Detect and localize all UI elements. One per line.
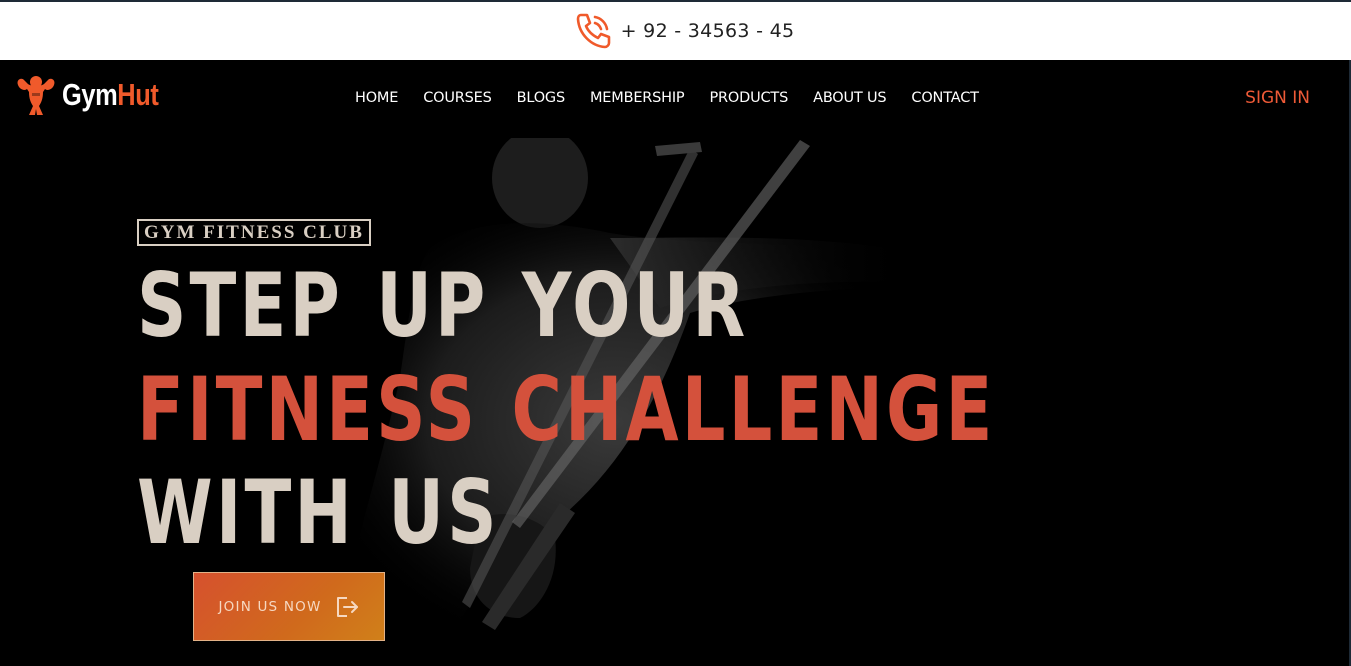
nav-item-courses[interactable]: COURSES xyxy=(423,90,492,106)
hero-headline-line2: FITNESS CHALLENGE xyxy=(137,358,996,461)
nav-item-contact[interactable]: CONTACT xyxy=(911,90,979,106)
main-navbar: GymHut HOME COURSES BLOGS MEMBERSHIP PRO… xyxy=(0,60,1351,138)
phone-contact[interactable]: + 92 - 34563 - 45 xyxy=(571,9,795,53)
brand-name-hut: Hut xyxy=(117,77,159,112)
nav-item-about-us[interactable]: ABOUT US xyxy=(813,90,887,106)
nav-item-membership[interactable]: MEMBERSHIP xyxy=(590,90,685,106)
nav-item-products[interactable]: PRODUCTS xyxy=(709,90,788,106)
sign-in-link[interactable]: SIGN IN xyxy=(1245,88,1310,108)
hero-badge: GYM FITNESS CLUB xyxy=(137,219,371,246)
hero-headline-line1: STEP UP YOUR xyxy=(137,254,749,357)
top-contact-bar: + 92 - 34563 - 45 xyxy=(0,0,1351,60)
phone-number[interactable]: + 92 - 34563 - 45 xyxy=(621,20,795,42)
brand-name: GymHut xyxy=(62,77,159,113)
nav-menu: HOME COURSES BLOGS MEMBERSHIP PRODUCTS A… xyxy=(355,90,1004,106)
hero-headline-line3: WITH US xyxy=(137,461,500,564)
sign-out-arrow-icon xyxy=(336,596,358,617)
phone-call-icon xyxy=(576,13,610,49)
muscle-man-icon xyxy=(17,76,55,115)
nav-item-blogs[interactable]: BLOGS xyxy=(517,90,566,106)
join-button-label: JOIN US NOW xyxy=(218,598,322,615)
brand-logo[interactable]: GymHut xyxy=(12,70,180,120)
hero-section: GYM FITNESS CLUB STEP UP YOUR FITNESS CH… xyxy=(0,138,1351,666)
join-us-now-button[interactable]: JOIN US NOW xyxy=(193,572,385,641)
brand-name-gym: Gym xyxy=(62,77,118,112)
nav-item-home[interactable]: HOME xyxy=(355,90,398,106)
